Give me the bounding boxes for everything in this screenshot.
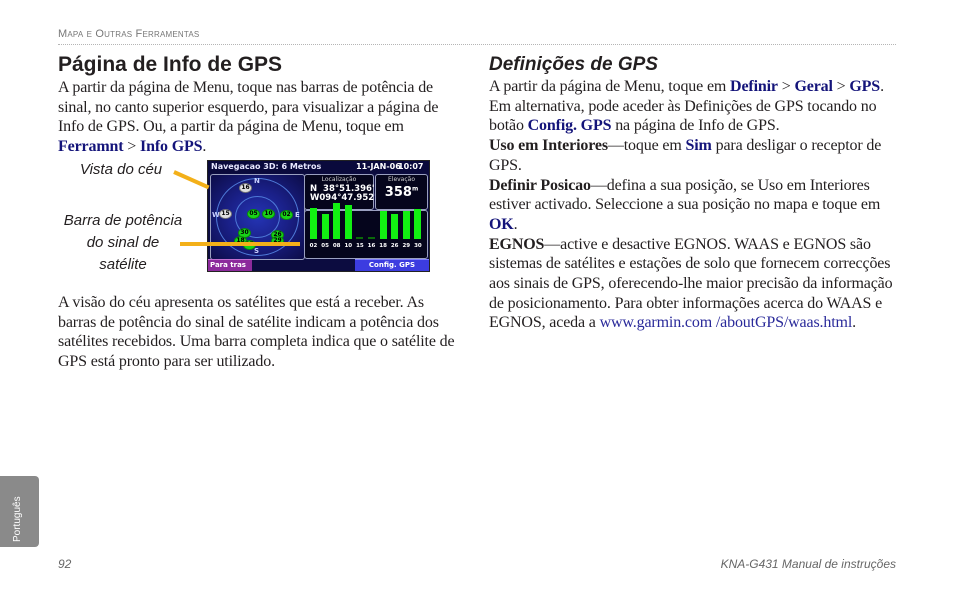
coordinates: N 38°51.396' W094°47.952' — [310, 185, 377, 203]
left-body: A visão do céu apresenta os satélites qu… — [58, 293, 463, 372]
signal-bar-label: 10 — [344, 243, 353, 249]
signal-bar-label: 08 — [332, 243, 341, 249]
device-time: 10:07 — [398, 162, 424, 171]
leader-line-sky — [173, 170, 210, 190]
menu-path-geral: Geral — [794, 78, 833, 95]
leader-line-bars — [180, 242, 300, 246]
callout-line: satélite — [99, 256, 147, 273]
elevation-value: 358 — [384, 185, 412, 200]
satellite-05: 05 — [248, 210, 259, 218]
left-column: Página de Info de GPS A partir da página… — [58, 52, 463, 157]
text: . — [852, 314, 856, 332]
callout-signal-bars: Barra de potência do sinal de satélite — [52, 210, 194, 276]
signal-bar-10 — [344, 204, 352, 239]
signal-strength-panel[interactable]: 02 05 08 10 15 16 18 26 29 30 — [304, 202, 428, 259]
signal-bar-30 — [414, 209, 422, 239]
signal-bar-16 — [368, 236, 375, 239]
term-egnos: EGNOS — [489, 235, 545, 253]
section-title: Página de Info de GPS — [58, 53, 283, 76]
satellite-16: 16 — [240, 184, 251, 192]
satellite-10: 10 — [263, 210, 274, 218]
signal-bar-18 — [379, 210, 387, 239]
menu-path-ferramnt: Ferramnt — [58, 138, 124, 156]
satellite-30: 30 — [239, 229, 250, 237]
right-column: Definições de GPS A partir da página de … — [489, 53, 899, 333]
page-number: 92 — [58, 557, 72, 571]
option-sim: Sim — [685, 137, 712, 155]
menu-path-gps: GPS — [849, 78, 881, 95]
signal-bar-05 — [321, 213, 329, 239]
indoor-use-paragraph: Uso em Interiores—toque em Sim para desl… — [489, 136, 899, 175]
intro-text: A partir da página de Menu, toque nas ba… — [58, 79, 439, 136]
compass-east: E — [295, 211, 300, 219]
signal-bar-02 — [310, 207, 317, 239]
satellite-02: 02 — [281, 211, 292, 219]
running-header: Mapa e Outras Ferramentas — [58, 28, 200, 40]
header-rule — [58, 44, 896, 45]
subsection-title: Definições de GPS — [489, 54, 658, 75]
config-gps-button[interactable]: Config. GPS — [355, 259, 429, 271]
sky-view-description: A visão do céu apresenta os satélites qu… — [58, 294, 455, 371]
compass-south: S — [254, 247, 260, 255]
set-position-paragraph: Definir Posicao—defina a sua posição, se… — [489, 176, 899, 235]
signal-bar-label: 30 — [414, 243, 422, 249]
elevation-unit: m — [411, 185, 419, 193]
signal-bar-29 — [402, 210, 410, 239]
menu-path-info-gps: Info GPS — [140, 138, 203, 156]
signal-bar-label: 02 — [309, 243, 318, 249]
text: A partir da página de Menu, toque em — [489, 78, 731, 95]
callout-line: Barra de potência — [63, 212, 183, 229]
path-separator: > — [832, 78, 850, 95]
garmin-waas-link[interactable]: www.garmin.com /aboutGPS/waas.html — [600, 314, 853, 331]
satellite-15: 15 — [220, 210, 231, 218]
signal-bar-label: 29 — [402, 243, 411, 249]
signal-bar-label: 05 — [321, 243, 329, 249]
gps-info-screen: Navegacao 3D: 6 Metros 11-JAN-06 10:07 N… — [207, 160, 430, 272]
elevation-label: Elevação — [387, 176, 416, 183]
manual-title: KNA-G431 Manual de instruções — [720, 557, 896, 571]
text: . — [513, 215, 518, 233]
signal-bar-label: 18 — [379, 243, 387, 249]
egnos-paragraph: EGNOS—active e desactive EGNOS. WAAS e E… — [489, 235, 899, 334]
back-button[interactable]: Para tras — [208, 259, 252, 271]
callout-line: do sinal de — [86, 234, 160, 251]
signal-bar-26 — [391, 213, 399, 239]
signal-bar-label: 16 — [367, 243, 376, 249]
signal-bar-label: 15 — [356, 243, 364, 249]
path-separator: > — [123, 138, 141, 156]
signal-bar-08 — [333, 202, 341, 239]
menu-path-definir: Definir — [730, 78, 778, 95]
period: . — [202, 138, 207, 156]
elevation-readout: 358m — [376, 185, 427, 200]
compass-west: W — [212, 211, 220, 219]
text: na página de Info de GPS. — [611, 117, 780, 135]
text: —toque em — [607, 137, 686, 155]
signal-bars: 02 05 08 10 15 16 18 26 29 30 — [308, 202, 424, 249]
term-set-position: Definir Posicao — [489, 176, 591, 194]
compass-north: N — [254, 177, 260, 185]
language-tab: Português — [0, 476, 39, 547]
signal-bar-label: 26 — [390, 243, 399, 249]
gps-settings-paragraph: A partir da página de Menu, toque em Def… — [489, 77, 899, 136]
term-indoor-use: Uso em Interiores — [489, 137, 608, 155]
callout-sky-view: Vista do céu — [79, 161, 163, 178]
sky-view[interactable]: N E S W 16150510023018052629 — [210, 174, 305, 260]
option-ok: OK — [489, 215, 514, 233]
config-gps-ref: Config. GPS — [527, 117, 612, 135]
path-separator: > — [777, 78, 795, 95]
intro-paragraph: A partir da página de Menu, toque nas ba… — [58, 78, 463, 157]
signal-bar-15 — [356, 236, 364, 239]
location-label: Localização — [321, 176, 357, 183]
device-date: 11-JAN-06 — [356, 162, 401, 171]
language-label: Português — [12, 496, 23, 542]
